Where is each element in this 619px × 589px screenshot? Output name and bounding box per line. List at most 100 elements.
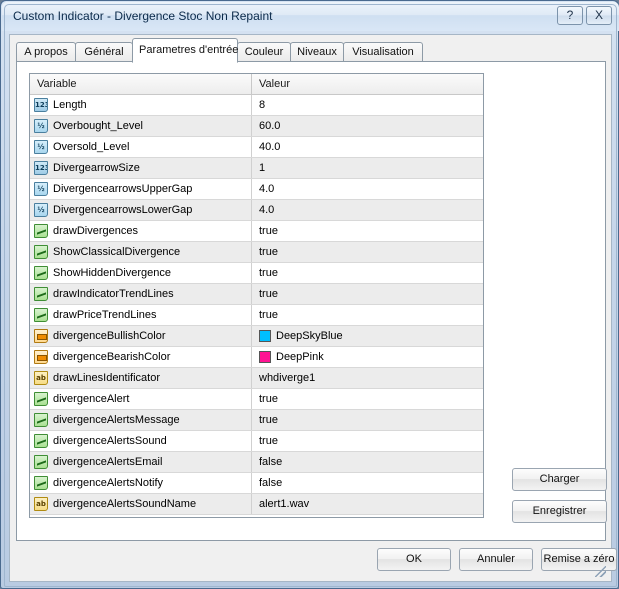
grid-body: 123 Length 8 ½ Overbought_Level 60.0 ½ Oversold… [30, 95, 483, 515]
variable-name: divergenceAlertsNotify [53, 477, 164, 489]
variable-value: true [259, 309, 278, 321]
tab-couleur[interactable]: Couleur [237, 42, 291, 62]
table-row[interactable]: drawPriceTrendLines true [30, 305, 483, 326]
variable-cell[interactable]: divergenceBearishColor [30, 347, 252, 367]
variable-cell[interactable]: divergenceAlertsSound [30, 431, 252, 451]
table-row[interactable]: ShowHiddenDivergence true [30, 263, 483, 284]
bool-type-icon [34, 245, 48, 259]
variable-name: divergenceAlertsSoundName [53, 498, 197, 510]
table-row[interactable]: ½ Overbought_Level 60.0 [30, 116, 483, 137]
ok-button[interactable]: OK [377, 548, 451, 571]
parameters-grid[interactable]: Variable Valeur 123 Length 8 ½ Overbought_Le… [29, 73, 484, 518]
variable-value: 4.0 [259, 183, 275, 195]
save-button[interactable]: Enregistrer [512, 500, 607, 523]
tab-a-propos[interactable]: A propos [16, 42, 76, 62]
variable-cell[interactable]: drawPriceTrendLines [30, 305, 252, 325]
variable-name: drawDivergences [53, 225, 138, 237]
variable-value: false [259, 456, 283, 468]
table-row[interactable]: divergenceAlertsSound true [30, 431, 483, 452]
variable-name: divergenceAlert [53, 393, 130, 405]
tab-page-input-parameters: Variable Valeur 123 Length 8 ½ Overbought_Le… [16, 61, 607, 541]
grid-header-value[interactable]: Valeur [252, 74, 483, 94]
variable-cell[interactable]: drawDivergences [30, 221, 252, 241]
value-cell[interactable]: DeepPink [252, 347, 483, 367]
variable-name: drawIndicatorTrendLines [53, 288, 174, 300]
variable-cell[interactable]: ShowHiddenDivergence [30, 263, 252, 283]
value-cell[interactable]: true [252, 410, 483, 430]
value-cell[interactable]: true [252, 263, 483, 283]
help-icon[interactable]: ? [557, 6, 583, 25]
variable-cell[interactable]: drawIndicatorTrendLines [30, 284, 252, 304]
value-cell[interactable]: true [252, 305, 483, 325]
bool-type-icon [34, 392, 48, 406]
table-row[interactable]: ½ DivergencearrowsUpperGap 4.0 [30, 179, 483, 200]
load-button[interactable]: Charger [512, 468, 607, 491]
table-row[interactable]: drawDivergences true [30, 221, 483, 242]
variable-name: Oversold_Level [53, 141, 130, 153]
color-swatch [259, 330, 271, 342]
variable-name: divergenceBearishColor [53, 351, 171, 363]
tab-parametres-d-entr-e[interactable]: Parametres d'entrée [132, 38, 238, 63]
tab-niveaux[interactable]: Niveaux [290, 42, 344, 62]
bool-type-icon [34, 308, 48, 322]
variable-value: whdiverge1 [259, 372, 316, 384]
resize-grip-icon[interactable] [595, 566, 606, 577]
grid-header-variable[interactable]: Variable [30, 74, 252, 94]
variable-cell[interactable]: divergenceBullishColor [30, 326, 252, 346]
variable-cell[interactable]: ½ Oversold_Level [30, 137, 252, 157]
table-row[interactable]: divergenceBearishColor DeepPink [30, 347, 483, 368]
value-cell[interactable]: 1 [252, 158, 483, 178]
value-cell[interactable]: false [252, 452, 483, 472]
table-row[interactable]: divergenceAlertsMessage true [30, 410, 483, 431]
dbl-type-icon: ½ [34, 203, 48, 217]
variable-cell[interactable]: ShowClassicalDivergence [30, 242, 252, 262]
value-cell[interactable]: true [252, 431, 483, 451]
bool-type-icon [34, 224, 48, 238]
close-icon[interactable]: X [586, 6, 612, 25]
variable-cell[interactable]: 123 Length [30, 95, 252, 115]
value-cell[interactable]: true [252, 389, 483, 409]
table-row[interactable]: ½ DivergencearrowsLowerGap 4.0 [30, 200, 483, 221]
value-cell[interactable]: alert1.wav [252, 494, 483, 514]
table-row[interactable]: 123 Length 8 [30, 95, 483, 116]
value-cell[interactable]: 40.0 [252, 137, 483, 157]
table-row[interactable]: 123 DivergearrowSize 1 [30, 158, 483, 179]
tab-visualisation[interactable]: Visualisation [343, 42, 423, 62]
tab-strip: A propos Général Parametres d'entrée Couleu… [16, 38, 606, 63]
dbl-type-icon: ½ [34, 119, 48, 133]
variable-cell[interactable]: ½ Overbought_Level [30, 116, 252, 136]
value-cell[interactable]: true [252, 242, 483, 262]
value-cell[interactable]: 4.0 [252, 179, 483, 199]
variable-cell[interactable]: ½ DivergencearrowsLowerGap [30, 200, 252, 220]
value-cell[interactable]: 8 [252, 95, 483, 115]
str-type-icon: ab [34, 497, 48, 511]
table-row[interactable]: divergenceAlert true [30, 389, 483, 410]
value-cell[interactable]: false [252, 473, 483, 493]
table-row[interactable]: ShowClassicalDivergence true [30, 242, 483, 263]
value-cell[interactable]: whdiverge1 [252, 368, 483, 388]
variable-cell[interactable]: ½ DivergencearrowsUpperGap [30, 179, 252, 199]
dbl-type-icon: ½ [34, 182, 48, 196]
value-cell[interactable]: true [252, 284, 483, 304]
variable-cell[interactable]: ab drawLinesIdentificator [30, 368, 252, 388]
variable-cell[interactable]: 123 DivergearrowSize [30, 158, 252, 178]
value-cell[interactable]: true [252, 221, 483, 241]
table-row[interactable]: drawIndicatorTrendLines true [30, 284, 483, 305]
value-cell[interactable]: 60.0 [252, 116, 483, 136]
value-cell[interactable]: 4.0 [252, 200, 483, 220]
table-row[interactable]: divergenceAlertsNotify false [30, 473, 483, 494]
variable-cell[interactable]: divergenceAlertsEmail [30, 452, 252, 472]
variable-cell[interactable]: divergenceAlert [30, 389, 252, 409]
table-row[interactable]: ½ Oversold_Level 40.0 [30, 137, 483, 158]
variable-cell[interactable]: divergenceAlertsMessage [30, 410, 252, 430]
cancel-button[interactable]: Annuler [459, 548, 533, 571]
table-row[interactable]: divergenceAlertsEmail false [30, 452, 483, 473]
table-row[interactable]: ab divergenceAlertsSoundName alert1.wav [30, 494, 483, 515]
variable-cell[interactable]: divergenceAlertsNotify [30, 473, 252, 493]
tab-g-n-ral[interactable]: Général [75, 42, 133, 62]
variable-name: DivergencearrowsUpperGap [53, 183, 193, 195]
value-cell[interactable]: DeepSkyBlue [252, 326, 483, 346]
table-row[interactable]: ab drawLinesIdentificator whdiverge1 [30, 368, 483, 389]
table-row[interactable]: divergenceBullishColor DeepSkyBlue [30, 326, 483, 347]
variable-cell[interactable]: ab divergenceAlertsSoundName [30, 494, 252, 514]
